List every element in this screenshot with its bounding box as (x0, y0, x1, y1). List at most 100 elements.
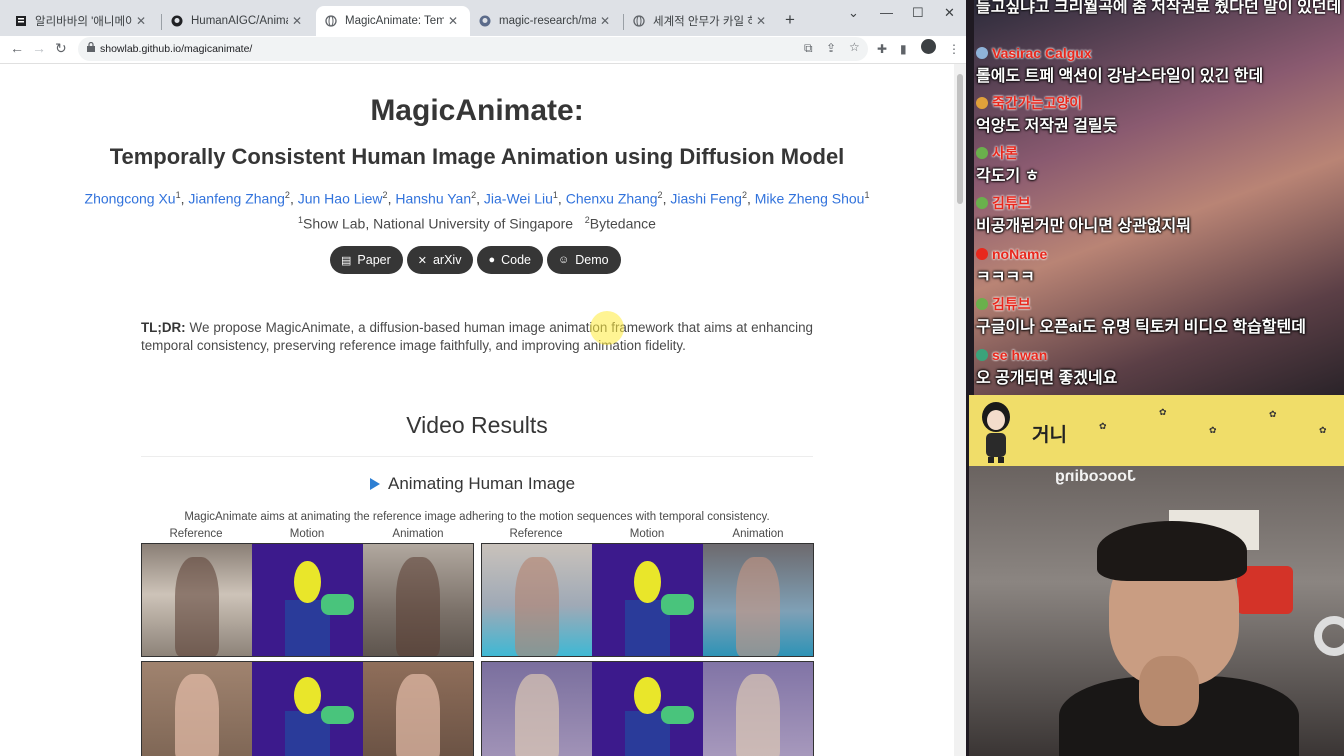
chat-username: 김튜브 (992, 296, 1031, 312)
author-link[interactable]: Hanshu Yan (395, 191, 471, 207)
column-header: Motion (289, 528, 325, 540)
video-result[interactable] (141, 661, 474, 756)
address-bar[interactable]: showlab.github.io/magicanimate/ ⧉ ⇪ ☆ (78, 37, 868, 61)
affiliation-sup: 1 (864, 190, 870, 200)
tab-active[interactable]: MagicAnimate: Temporally C ✕ (316, 6, 470, 36)
user-badge-icon (976, 147, 988, 159)
webpage: MagicAnimate: Temporally Consistent Huma… (0, 64, 954, 756)
new-tab-icon[interactable]: + (785, 10, 795, 30)
user-badge-icon (976, 248, 988, 260)
pose-head (294, 676, 321, 714)
tab-title: HumanAIGC/AnimateAnyone (191, 15, 288, 27)
browser-window: 알리바바의 '애니메이트 누구 ✕ HumanAIGC/AnimateAnyon… (0, 0, 966, 756)
tab-5[interactable]: 세계적 안무가 카일 하나가이 ✕ (624, 6, 778, 36)
arxiv-button[interactable]: ✕ arXiv (406, 246, 474, 274)
column-header: Motion (629, 528, 665, 540)
pose-arm (320, 594, 354, 615)
person-figure (735, 673, 780, 756)
affiliations: 1Show Lab, National University of Singap… (0, 215, 954, 232)
close-icon[interactable]: ✕ (292, 14, 306, 28)
github-icon (478, 14, 492, 28)
profile-avatar[interactable] (921, 39, 936, 54)
animation-frame (702, 662, 813, 756)
reload-icon[interactable]: ↻ (55, 40, 67, 57)
window-close-icon[interactable]: ✕ (944, 5, 955, 21)
translate-icon[interactable]: ⧉ (804, 41, 813, 56)
chat-username: Vasirac Calgux (992, 45, 1092, 61)
section-title-animating: Animating Human Image (388, 474, 576, 493)
url-text: showlab.github.io/magicanimate/ (100, 43, 253, 55)
reference-frame (142, 544, 253, 656)
chat-username: 죽간가는고양이 (992, 95, 1083, 111)
streamer-avatar (982, 402, 1010, 463)
menu-icon[interactable]: ⋮ (948, 42, 960, 56)
demo-button[interactable]: ☺ Demo (547, 246, 621, 274)
side-panel-icon[interactable]: ▮ (900, 42, 907, 56)
code-button[interactable]: ● Code (477, 246, 544, 274)
tldr-label: TL;DR: (141, 320, 186, 335)
chat-username: noName (992, 246, 1048, 262)
motion-frame (252, 544, 363, 656)
streamer-hair (1097, 521, 1247, 581)
close-icon[interactable]: ✕ (756, 14, 770, 28)
chat-message-text: 억양도 저작권 걸릴듯 (976, 118, 1118, 135)
pose-head (294, 560, 321, 604)
expand-triangle-icon (370, 478, 380, 490)
extensions-icon[interactable]: ✚ (877, 42, 887, 56)
animation-frame (362, 544, 473, 656)
page-scrollbar[interactable] (954, 64, 966, 756)
affiliation-sup: 1 (552, 190, 558, 200)
bookmark-star-icon[interactable]: ☆ (849, 40, 860, 54)
chat-message-text: 각도기 ㅎ (976, 168, 1040, 185)
chat-message: 사론 각도기 ㅎ (976, 144, 1040, 185)
forward-icon[interactable]: → (32, 40, 46, 56)
video-result[interactable] (481, 661, 814, 756)
chat-message: 김튜브 비공개된거만 아니면 상관없지뭐 (976, 194, 1191, 235)
bee-icon: ✿ (1269, 409, 1277, 419)
author-link[interactable]: Mike Zheng Shou (755, 191, 865, 207)
person-figure (515, 673, 560, 756)
author-link[interactable]: Jiashi Feng (670, 191, 742, 207)
reference-frame (482, 544, 593, 656)
chat-message-text: ㅋㅋㅋㅋ (976, 269, 1035, 286)
author-link[interactable]: Jia-Wei Liu (484, 191, 553, 207)
author-link[interactable]: Jun Hao Liew (298, 191, 383, 207)
author-link[interactable]: Chenxu Zhang (566, 191, 658, 207)
chat-message-text: 비공개된거만 아니면 상관없지뭐 (976, 218, 1191, 235)
chat-message: se hwan 오 공개되면 좋겠네요 (976, 346, 1117, 387)
animating-section-toggle[interactable]: Animating Human Image (370, 474, 575, 494)
huggingface-icon: ☺ (558, 254, 570, 266)
author-link[interactable]: Jianfeng Zhang (188, 191, 285, 207)
video-result[interactable] (141, 543, 474, 657)
back-icon[interactable]: ← (10, 40, 24, 56)
red-speaker (1237, 566, 1293, 614)
bee-icon: ✿ (1209, 425, 1217, 435)
x-icon: ✕ (417, 254, 427, 267)
close-icon[interactable]: ✕ (448, 14, 462, 28)
animation-frame (702, 544, 813, 656)
streamer-hand (1139, 656, 1199, 726)
github-icon: ● (488, 254, 496, 266)
section-description: MagicAnimate aims at animating the refer… (184, 511, 770, 523)
chat-username: 사론 (992, 145, 1018, 161)
maximize-icon[interactable]: ☐ (912, 5, 924, 21)
motion-frame (252, 662, 363, 756)
chat-message-text: 구글이나 오픈ai도 유명 틱토커 비디오 학습할텐데 (976, 319, 1306, 336)
section-title-video-results: Video Results (406, 412, 548, 438)
close-icon[interactable]: ✕ (136, 14, 150, 28)
close-icon[interactable]: ✕ (600, 14, 614, 28)
tab-2[interactable]: HumanAIGC/AnimateAnyone ✕ (162, 6, 314, 36)
affiliation-sup: 2 (471, 190, 477, 200)
share-icon[interactable]: ⇪ (826, 41, 836, 55)
reference-frame (482, 662, 593, 756)
tab-4[interactable]: magic-research/magic-anim ✕ (470, 6, 622, 36)
paper-button[interactable]: ▤ Paper (330, 246, 403, 274)
bee-icon: ✿ (1099, 421, 1107, 431)
tab-search-icon[interactable]: ⌄ (848, 5, 859, 21)
wall-sign: Joocoding (1055, 468, 1136, 485)
author-link[interactable]: Zhongcong Xu (85, 191, 176, 207)
minimize-icon[interactable]: — (880, 5, 893, 20)
scrollbar-thumb[interactable] (957, 74, 963, 204)
video-result[interactable] (481, 543, 814, 657)
tab-1[interactable]: 알리바바의 '애니메이트 누구 ✕ (6, 6, 158, 36)
